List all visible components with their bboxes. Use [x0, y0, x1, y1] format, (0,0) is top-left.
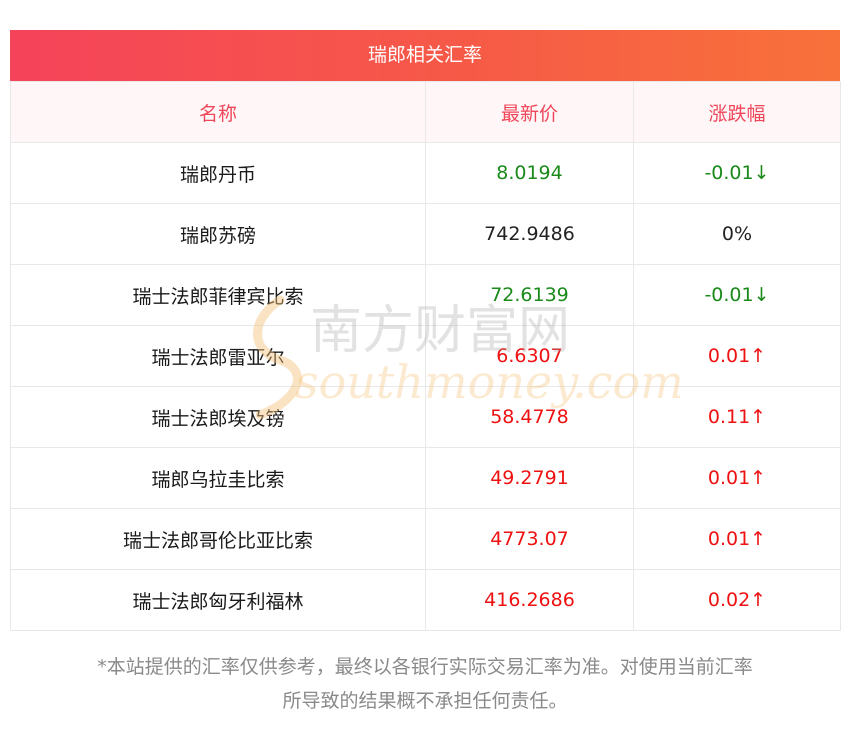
- currency-name[interactable]: 瑞士法郎菲律宾比索: [10, 264, 426, 326]
- change-percent: 0.11↑: [633, 386, 841, 448]
- change-percent: 0.01↑: [633, 325, 841, 387]
- latest-price: 72.6139: [425, 264, 634, 326]
- table-row: 瑞士法郎匈牙利福林 416.2686 0.02↑: [10, 569, 841, 631]
- currency-name[interactable]: 瑞士法郎雷亚尔: [10, 325, 426, 387]
- table-row: 瑞士法郎埃及镑 58.4778 0.11↑: [10, 386, 841, 448]
- disclaimer-line-2: 所导致的结果概不承担任何责任。: [282, 690, 568, 712]
- table-row: 瑞郎乌拉圭比索 49.2791 0.01↑: [10, 447, 841, 509]
- exchange-rate-card: 瑞郎相关汇率 名称 最新价 涨跌幅 瑞郎丹币 8.0194 -0.01↓ 瑞郎苏…: [10, 30, 841, 631]
- table-row: 瑞士法郎菲律宾比索 72.6139 -0.01↓: [10, 264, 841, 326]
- latest-price: 6.6307: [425, 325, 634, 387]
- latest-price: 742.9486: [425, 203, 634, 265]
- latest-price: 58.4778: [425, 386, 634, 448]
- currency-name[interactable]: 瑞郎丹币: [10, 142, 426, 204]
- currency-name[interactable]: 瑞郎乌拉圭比索: [10, 447, 426, 509]
- card-title: 瑞郎相关汇率: [10, 30, 840, 81]
- column-header-name: 名称: [10, 81, 426, 143]
- disclaimer-line-1: *本站提供的汇率仅供参考，最终以各银行实际交易汇率为准。对使用当前汇率: [97, 656, 753, 678]
- currency-name[interactable]: 瑞士法郎匈牙利福林: [10, 569, 426, 631]
- column-header-price: 最新价: [425, 81, 634, 143]
- change-percent: -0.01↓: [633, 264, 841, 326]
- change-percent: 0%: [633, 203, 841, 265]
- change-percent: 0.01↑: [633, 447, 841, 509]
- table-row: 瑞士法郎雷亚尔 6.6307 0.01↑: [10, 325, 841, 387]
- currency-name[interactable]: 瑞士法郎哥伦比亚比索: [10, 508, 426, 570]
- table-row: 瑞郎丹币 8.0194 -0.01↓: [10, 142, 841, 204]
- table-row: 瑞郎苏磅 742.9486 0%: [10, 203, 841, 265]
- latest-price: 49.2791: [425, 447, 634, 509]
- change-percent: 0.01↑: [633, 508, 841, 570]
- latest-price: 4773.07: [425, 508, 634, 570]
- table-row: 瑞士法郎哥伦比亚比索 4773.07 0.01↑: [10, 508, 841, 570]
- disclaimer-note: *本站提供的汇率仅供参考，最终以各银行实际交易汇率为准。对使用当前汇率 所导致的…: [10, 650, 840, 718]
- latest-price: 416.2686: [425, 569, 634, 631]
- latest-price: 8.0194: [425, 142, 634, 204]
- table-header-row: 名称 最新价 涨跌幅: [10, 81, 841, 143]
- rate-table: 名称 最新价 涨跌幅 瑞郎丹币 8.0194 -0.01↓ 瑞郎苏磅 742.9…: [10, 81, 841, 631]
- currency-name[interactable]: 瑞士法郎埃及镑: [10, 386, 426, 448]
- change-percent: 0.02↑: [633, 569, 841, 631]
- column-header-change: 涨跌幅: [633, 81, 841, 143]
- change-percent: -0.01↓: [633, 142, 841, 204]
- currency-name[interactable]: 瑞郎苏磅: [10, 203, 426, 265]
